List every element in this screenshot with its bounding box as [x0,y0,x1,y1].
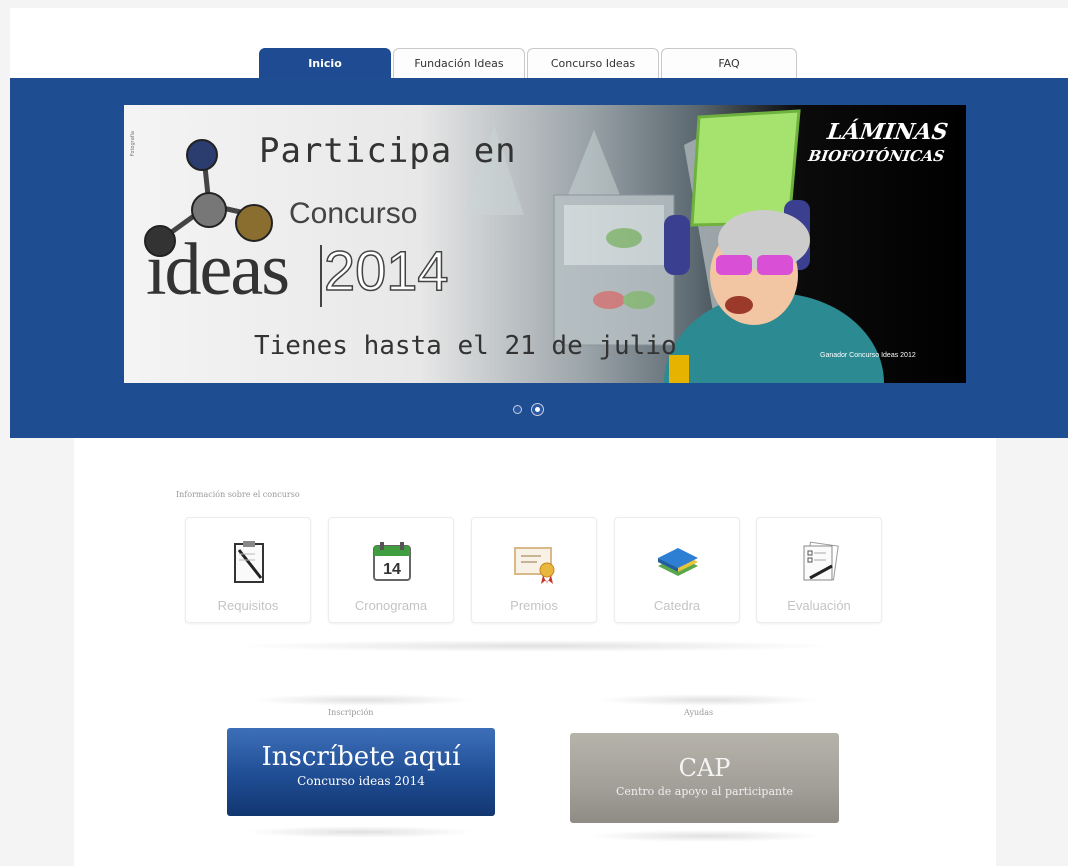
ayudas-bottom-shadow [585,830,825,842]
tab-fundacion-ideas[interactable]: Fundación Ideas [393,48,525,78]
tab-inicio[interactable]: Inicio [259,48,391,78]
product-title-line1: LÁMINAS [825,119,950,145]
slider-dot-2[interactable] [532,404,543,415]
banner-product-title: LÁMINAS BIOFOTÓNICAS [793,119,950,167]
calendar-day: 14 [383,561,401,578]
banner-line-concurso: Concurso [289,197,418,230]
card-cronograma[interactable]: 14 Cronograma [328,517,454,623]
brand-divider [320,245,322,307]
banner-caption: Ganador Concurso Ideas 2012 [820,352,916,359]
banner-line-participa: Participa en [259,131,517,171]
main-nav-tabs: Inicio Fundación Ideas Concurso Ideas FA… [259,48,799,78]
card-evaluacion[interactable]: Evaluación [756,517,882,623]
inscripcion-label: Inscripción [328,708,374,717]
card-label: Cronograma [354,598,428,613]
card-premios[interactable]: Premios [471,517,597,623]
slider-dot-1[interactable] [513,405,522,414]
ayudas-label: Ayudas [684,708,714,717]
cap-title: CAP [678,754,731,782]
card-label: Catedra [653,598,701,613]
banner-slide[interactable]: Fotografía Participa en Concurso ideas 2… [124,105,966,383]
banner-deadline: Tienes hasta el 21 de julio [254,331,677,361]
tab-concurso-ideas[interactable]: Concurso Ideas [527,48,659,78]
card-label: Premios [510,598,558,613]
slider-pagination [513,404,543,415]
card-label: Requisitos [217,598,279,613]
certificate-icon [514,547,555,584]
documents-pen-icon [803,541,839,581]
cap-subtitle: Centro de apoyo al participante [615,785,794,798]
inscribete-subtitle: Concurso ideas 2014 [297,774,425,788]
banner-year: 2014 [323,239,449,302]
inscripcion-bottom-shadow [245,826,475,838]
books-icon [658,548,698,576]
banner-brand-ideas: ideas [146,229,290,311]
cap-button[interactable]: CAP Centro de apoyo al participante [570,733,839,823]
card-label: Evaluación [787,598,851,613]
main-content [74,438,996,866]
card-requisitos[interactable]: Requisitos [185,517,311,623]
cards-shelf-shadow [230,640,840,652]
banner-credit: Fotografía [130,131,136,157]
tab-faq[interactable]: FAQ [661,48,797,78]
card-catedra[interactable]: Catedra [614,517,740,623]
info-section-label: Información sobre el concurso [176,490,300,499]
clipboard-icon [234,541,264,583]
ayudas-top-shadow [595,694,820,706]
inscribete-title: Inscríbete aquí [261,742,461,772]
product-title-line2: BIOFOTÓNICAS [807,147,946,165]
calendar-icon: 14 [373,542,411,581]
inscribete-button[interactable]: Inscríbete aquí Concurso ideas 2014 [227,728,495,816]
inscripcion-top-shadow [250,694,475,706]
